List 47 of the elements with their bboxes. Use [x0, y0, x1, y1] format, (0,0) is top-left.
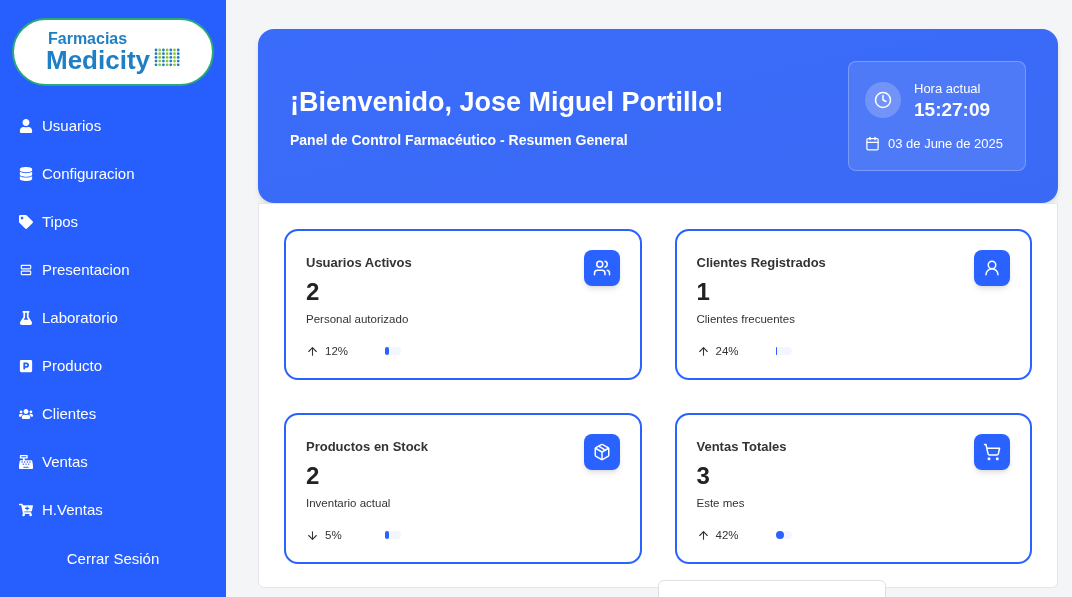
- clock-icon: [865, 82, 901, 119]
- stat-title: Clientes Registrados: [696, 254, 826, 272]
- stat-change: 42%: [715, 527, 740, 543]
- sidebar-item[interactable]: Ventas: [0, 438, 226, 486]
- users-icon: [592, 259, 611, 277]
- current-date: 03 de June de 2025: [888, 134, 1003, 153]
- stat-title: Usuarios Activos: [306, 254, 412, 272]
- stat-title: Ventas Totales: [696, 438, 787, 456]
- sidebar-item[interactable]: Usuarios: [0, 102, 226, 150]
- box-icon: [592, 443, 611, 461]
- sidebar-item[interactable]: Laboratorio: [0, 294, 226, 342]
- sidebar-item[interactable]: Configuracion: [0, 150, 226, 198]
- sidebar-item[interactable]: Producto: [0, 342, 226, 390]
- stat-value: 1: [696, 276, 710, 307]
- sidebar-item[interactable]: Clientes: [0, 390, 226, 438]
- stat-caption: Personal autorizado: [306, 311, 409, 327]
- current-time: 15:27:09: [914, 98, 991, 122]
- flask-icon: [19, 311, 33, 325]
- stat-value: 2: [306, 276, 320, 307]
- welcome-title: ¡Bienvenido, Jose Miguel Portillo!: [290, 89, 724, 116]
- list-icon: [19, 263, 33, 277]
- welcome-subtitle: Panel de Control Farmacéutico - Resumen General: [290, 131, 629, 150]
- users-icon: [19, 407, 33, 421]
- cart-icon: [19, 503, 33, 517]
- stat-value: 2: [306, 460, 320, 491]
- register-icon: [19, 455, 33, 469]
- stat-change: 5%: [325, 527, 343, 543]
- sidebar-item[interactable]: Presentacion: [0, 246, 226, 294]
- logo-text: Medicity: [46, 47, 150, 73]
- cart-icon: [983, 443, 1001, 461]
- sidebar-item[interactable]: Tipos: [0, 198, 226, 246]
- stat-title: Productos en Stock: [306, 438, 429, 456]
- stat-caption: Este mes: [696, 495, 745, 511]
- logo-text: Farmacias: [48, 31, 129, 47]
- stat-caption: Inventario actual: [306, 495, 391, 511]
- sidebar-item[interactable]: H.Ventas: [0, 486, 226, 534]
- user-icon: [983, 259, 1001, 277]
- clock-label: Hora actual: [914, 79, 982, 98]
- logout-button[interactable]: Cerrar Sesión: [58, 544, 168, 575]
- stat-caption: Clientes frecuentes: [696, 311, 795, 327]
- tag-icon: [19, 215, 33, 229]
- stat-value: 3: [696, 460, 710, 491]
- database-icon: [19, 167, 33, 181]
- stat-change: 24%: [715, 343, 740, 359]
- calendar-icon: [865, 136, 880, 152]
- user-icon: [19, 119, 33, 133]
- stat-change: 12%: [325, 343, 350, 359]
